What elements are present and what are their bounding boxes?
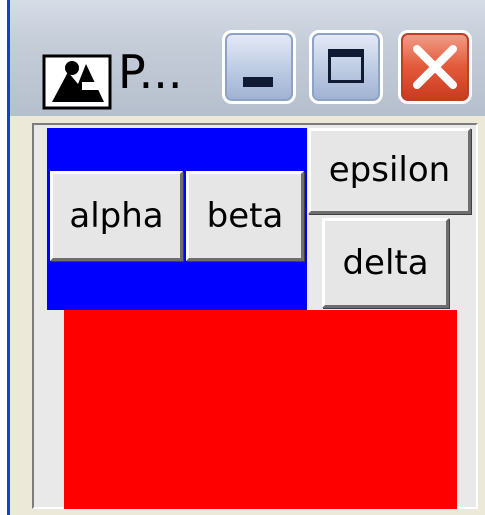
epsilon-button[interactable]: epsilon [308,128,471,214]
close-icon [413,45,457,89]
red-panel [64,310,457,509]
client-area: alpha beta epsilon delta [32,123,478,509]
minimize-button[interactable] [222,30,296,104]
alpha-button[interactable]: alpha [50,171,183,261]
maximize-button[interactable] [309,30,383,104]
app-icon[interactable] [42,52,114,112]
title-bar[interactable]: P... [10,0,485,116]
delta-button[interactable]: delta [322,218,449,308]
close-button[interactable] [398,30,472,104]
maximize-icon [328,49,364,83]
beta-button[interactable]: beta [186,171,304,261]
app-window: P... alpha beta epsilon delta [7,0,485,515]
minimize-icon [243,77,273,87]
window-title: P... [118,45,183,99]
